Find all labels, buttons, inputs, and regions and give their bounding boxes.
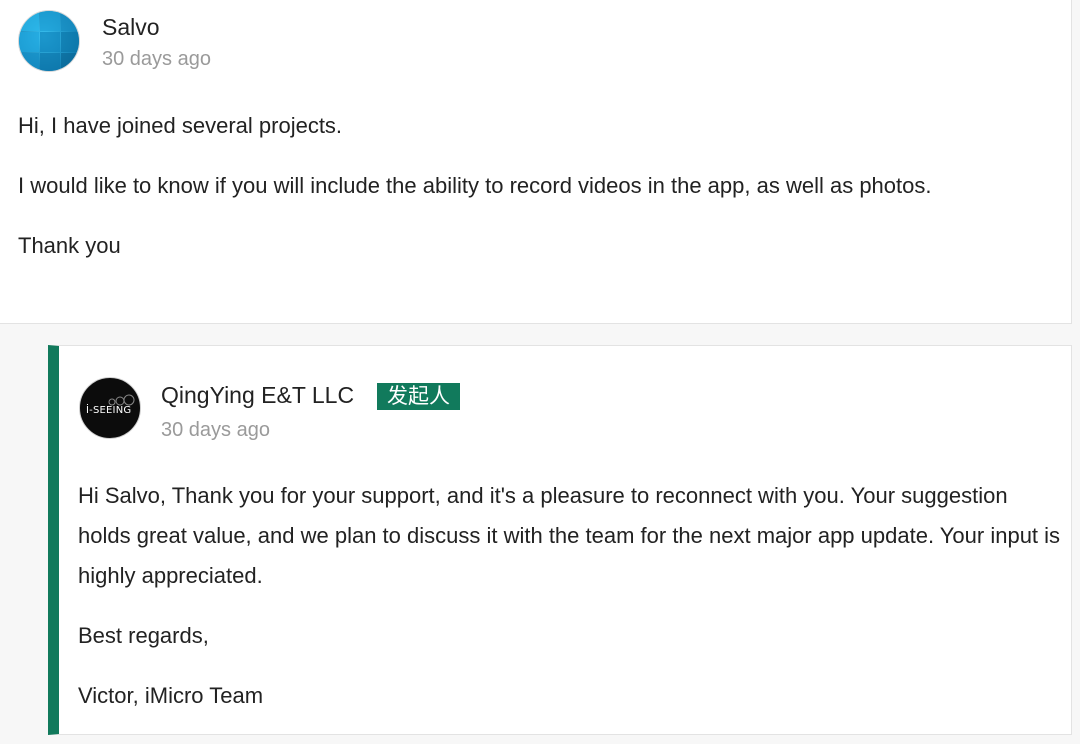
user-avatar[interactable] — [18, 10, 80, 72]
reply-paragraph: Best regards, — [78, 623, 209, 648]
reply-paragraph: Hi Salvo, Thank you for your support, an… — [78, 483, 1061, 588]
avatar-logo-text: İ-SEEING — [86, 405, 132, 416]
initiator-badge: 发起人 — [377, 383, 460, 410]
reply-card: İ-SEEING QingYing E&T LLC 发起人 30 days ag… — [48, 345, 1072, 735]
comment-timestamp: 30 days ago — [102, 48, 211, 70]
comment-card: Salvo 30 days ago Hi, I have joined seve… — [0, 0, 1072, 324]
comment-paragraph: Thank you — [18, 233, 121, 258]
comment-body: Hi, I have joined several projects. I wo… — [18, 106, 1018, 286]
reply-paragraph: Victor, iMicro Team — [78, 683, 264, 708]
comment-paragraph: Hi, I have joined several projects. — [18, 113, 343, 138]
reply-timestamp: 30 days ago — [161, 419, 270, 441]
company-avatar[interactable]: İ-SEEING — [79, 377, 141, 439]
avatar-pattern-icon — [19, 11, 79, 71]
comment-author[interactable]: Salvo — [102, 14, 160, 41]
reply-body: Hi Salvo, Thank you for your support, an… — [78, 476, 1063, 736]
reply-author[interactable]: QingYing E&T LLC — [161, 382, 354, 409]
comment-paragraph: I would like to know if you will include… — [18, 173, 932, 198]
